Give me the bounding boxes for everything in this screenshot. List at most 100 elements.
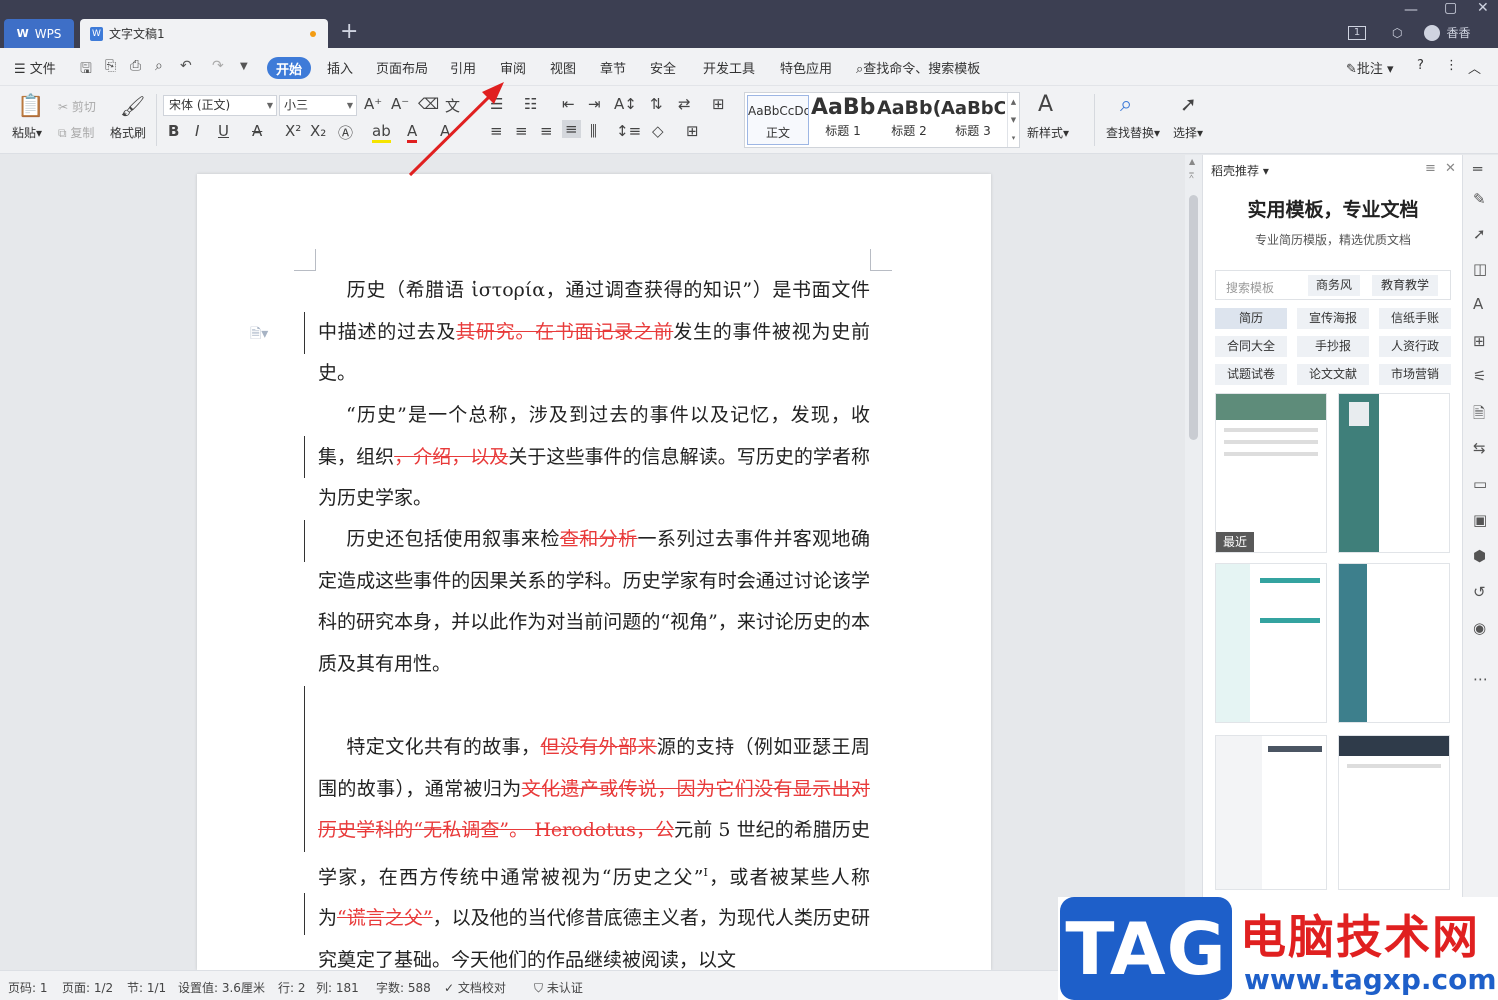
shading-icon[interactable]: ◇ — [652, 122, 664, 140]
category-chip[interactable]: 信纸手账 — [1379, 308, 1451, 329]
template-active-icon[interactable]: ⬢ — [1473, 547, 1486, 565]
new-style-icon[interactable]: A — [1038, 92, 1053, 117]
category-chip[interactable]: 手抄报 — [1297, 336, 1369, 357]
chinese-layout-icon[interactable]: A↕ — [614, 95, 637, 113]
template-thumbnail[interactable]: 最近 — [1215, 393, 1327, 553]
font-name-select[interactable]: 宋体 (正文) ▼ — [163, 95, 277, 116]
bold-icon[interactable]: B — [168, 122, 179, 140]
tab-insert[interactable]: 插入 — [327, 58, 353, 77]
tab-home[interactable]: 开始 — [267, 57, 311, 79]
strikethrough-icon[interactable]: A — [252, 122, 262, 140]
vertical-scrollbar[interactable]: ▲ ⩞ — [1185, 155, 1202, 970]
scroll-up-icon[interactable]: ▲ — [1189, 157, 1195, 166]
highlight-icon[interactable]: ab — [372, 122, 391, 143]
tab-developer[interactable]: 开发工具 — [703, 58, 755, 77]
scroll-top-icon[interactable]: ⩞ — [1189, 171, 1194, 181]
subscript-icon[interactable]: X₂ — [310, 122, 326, 140]
table-icon[interactable]: ⊞ — [1473, 332, 1486, 350]
output-icon[interactable]: ⎘ — [105, 58, 116, 74]
panel-menu-icon[interactable]: ≡ — [1425, 161, 1436, 176]
copy-button[interactable]: ⧉ 复制 — [58, 124, 94, 141]
paste-button[interactable]: 粘贴▾ — [12, 124, 42, 141]
status-row[interactable]: 行: 2 — [278, 979, 306, 996]
style-normal[interactable]: AaBbCcDd 正文 — [747, 95, 809, 145]
paragraph-3[interactable]: 历史还包括使用叙事来检查和分析一系列过去事件并客观地确定造成这些事件的因果关系的… — [318, 519, 870, 685]
increase-indent-icon[interactable]: ⇥ — [588, 95, 601, 113]
picture-icon[interactable]: ▣ — [1473, 511, 1487, 529]
tab-features[interactable]: 特色应用 — [780, 58, 832, 77]
find-replace-icon[interactable]: ⌕ — [1120, 92, 1132, 117]
print-preview-icon[interactable]: ⌕ — [155, 58, 163, 74]
panel-close-icon[interactable]: ✕ — [1445, 161, 1456, 176]
user-avatar-icon[interactable] — [1424, 24, 1441, 41]
select-button[interactable]: 选择▾ — [1173, 124, 1203, 141]
status-word-count[interactable]: 字数: 588 — [376, 979, 431, 996]
file-menu[interactable]: ☰ 文件 — [14, 58, 56, 77]
justify-icon[interactable]: ≡ — [562, 120, 581, 138]
paragraph-4[interactable]: 特定文化共有的故事，但没有外部来源的支持（例如亚瑟王周围的故事），通常被归为文化… — [318, 727, 870, 981]
select-cursor-icon[interactable]: ➚ — [1180, 92, 1197, 116]
maximize-icon[interactable]: ▢ — [1444, 0, 1457, 16]
status-column[interactable]: 列: 181 — [316, 979, 359, 996]
revision-marker-icon[interactable]: 🗎▾ — [250, 323, 268, 347]
quick-access-dropdown-icon[interactable]: ▼ — [240, 61, 248, 72]
search-chip[interactable]: 教育教学 — [1372, 275, 1438, 296]
comment-button[interactable]: ✎批注 ▾ — [1346, 58, 1394, 77]
undo-icon[interactable]: ↶ — [180, 58, 192, 74]
paste-icon[interactable]: 📋 — [17, 94, 44, 119]
style-heading-1[interactable]: AaBb 标题 1 — [811, 95, 875, 145]
category-chip[interactable]: 简历 — [1215, 308, 1287, 329]
scrollbar-thumb[interactable] — [1189, 195, 1198, 440]
archive-icon[interactable]: ▭ — [1473, 475, 1487, 493]
tab-view[interactable]: 视图 — [550, 58, 576, 77]
superscript-icon[interactable]: X² — [285, 122, 301, 140]
category-chip[interactable]: 市场营销 — [1379, 364, 1451, 385]
edit-icon[interactable]: ✎ — [1473, 190, 1486, 208]
font-size-select[interactable]: 小三 ▼ — [279, 95, 357, 116]
search-chip[interactable]: 商务风 — [1308, 275, 1360, 296]
collapse-ribbon-icon[interactable]: ︿ — [1468, 58, 1481, 77]
paragraph-1[interactable]: 历史（希腊语 ἱστορία，通过调查获得的知识”）是书面文件中描述的过去及其研… — [318, 270, 870, 395]
table-tools-icon[interactable]: ⊞ — [712, 95, 725, 113]
template-thumbnail[interactable] — [1338, 735, 1450, 890]
proofread-button[interactable]: ✓ 文档校对 — [444, 979, 506, 996]
command-search[interactable]: ⌕查找命令、搜索模板 — [856, 58, 980, 77]
minimize-icon[interactable]: — — [1404, 2, 1418, 18]
text-effect-icon[interactable]: Ⓐ — [338, 122, 353, 143]
numbered-list-icon[interactable]: ☷ — [524, 95, 537, 113]
category-chip[interactable]: 论文文献 — [1297, 364, 1369, 385]
template-thumbnail[interactable] — [1338, 563, 1450, 723]
username[interactable]: 香香 — [1446, 24, 1470, 41]
styles-scroll-icon[interactable]: ▲ ▼ ▾ — [1007, 93, 1019, 147]
align-right-icon[interactable]: ≡ — [540, 122, 553, 140]
status-page-code[interactable]: 页码: 1 — [8, 979, 48, 996]
save-icon[interactable]: 🖫 — [80, 58, 92, 82]
paragraph-2[interactable]: “历史”是一个总称，涉及到过去的事件以及记忆，发现，收集，组织，介绍，以及关于这… — [318, 395, 870, 520]
new-style-button[interactable]: 新样式▾ — [1027, 124, 1069, 141]
tab-security[interactable]: 安全 — [650, 58, 676, 77]
close-icon[interactable]: ✕ — [1477, 0, 1489, 16]
category-chip[interactable]: 试题试卷 — [1215, 364, 1287, 385]
category-chip[interactable]: 人资行政 — [1379, 336, 1451, 357]
help-icon[interactable]: ? — [1417, 58, 1424, 73]
skin-icon[interactable]: ⬡ — [1392, 26, 1402, 40]
new-tab-button[interactable]: + — [340, 18, 358, 46]
template-thumbnail[interactable] — [1215, 735, 1327, 890]
certification-status[interactable]: ⛉ 未认证 — [534, 979, 583, 996]
style-heading-3[interactable]: AaBbC( 标题 3 — [941, 95, 1005, 145]
status-section[interactable]: 节: 1/1 — [127, 979, 166, 996]
cut-button[interactable]: ✂ 剪切 — [58, 98, 96, 115]
image-doc-icon[interactable]: 🗎 — [1473, 403, 1485, 428]
more-icon[interactable]: ⋮ — [1445, 58, 1458, 73]
style-heading-2[interactable]: AaBb( 标题 2 — [877, 95, 941, 145]
status-page[interactable]: 页面: 1/2 — [62, 979, 113, 996]
more-tools-icon[interactable]: ⋯ — [1473, 670, 1488, 688]
template-thumbnail[interactable] — [1338, 393, 1450, 553]
translate-icon[interactable]: ⇆ — [1473, 439, 1486, 457]
wps-home-tab[interactable]: W WPS — [4, 19, 74, 48]
template-thumbnail[interactable] — [1215, 563, 1327, 723]
location-icon[interactable]: ◉ — [1473, 619, 1486, 637]
settings-sliders-icon[interactable]: ⚟ — [1473, 367, 1486, 385]
template-search[interactable]: 搜索模板 商务风 教育教学 — [1215, 270, 1451, 300]
cursor-icon[interactable]: ➚ — [1473, 225, 1486, 243]
